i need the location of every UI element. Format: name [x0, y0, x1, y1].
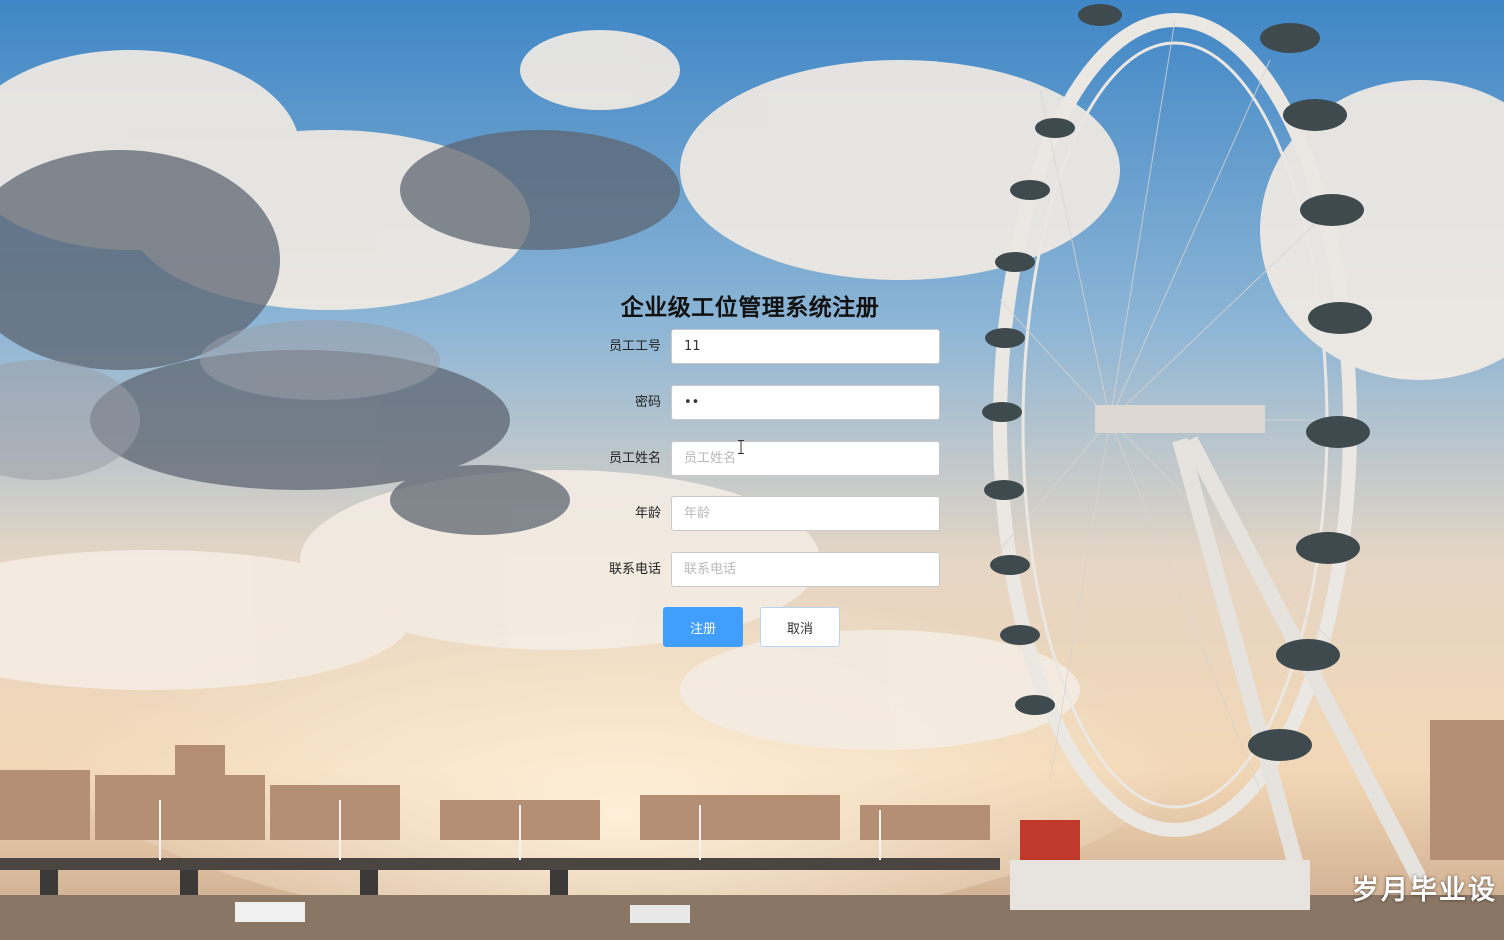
page-title: 企业级工位管理系统注册: [620, 295, 880, 321]
phone-label: 联系电话: [608, 562, 661, 577]
password-row: 密码: [590, 385, 942, 421]
text-cursor-icon: [738, 440, 744, 454]
password-input[interactable]: [671, 385, 940, 420]
phone-input[interactable]: [671, 552, 940, 587]
employee-name-row: 员工姓名: [590, 441, 942, 477]
watermark-text: 岁月毕业设: [1352, 875, 1497, 906]
employee-id-label: 员工工号: [608, 339, 661, 354]
employee-name-input[interactable]: [671, 441, 940, 476]
cancel-button[interactable]: 取消: [760, 607, 840, 647]
phone-row: 联系电话: [590, 552, 942, 588]
employee-id-row: 员工工号: [590, 329, 942, 365]
age-label: 年龄: [634, 506, 661, 521]
employee-id-input[interactable]: [671, 329, 940, 364]
age-row: 年龄: [590, 496, 942, 532]
password-label: 密码: [634, 395, 661, 410]
age-input[interactable]: [671, 496, 940, 531]
register-button[interactable]: 注册: [663, 607, 743, 647]
employee-name-label: 员工姓名: [608, 451, 661, 466]
